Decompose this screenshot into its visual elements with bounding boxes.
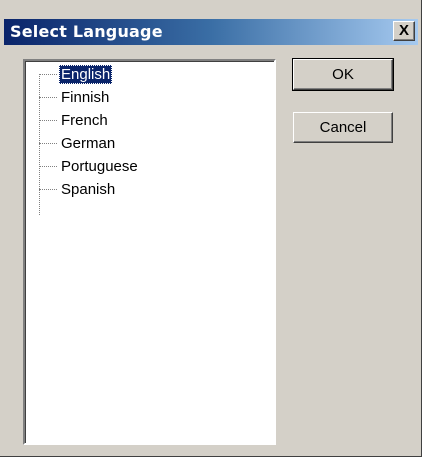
tree-branch-line [39,97,57,98]
tree-branch-line [39,166,57,167]
list-item-english[interactable]: English [39,64,239,86]
select-language-dialog: Select Language X English Finnish French… [0,0,422,457]
title-bar[interactable]: Select Language X [4,19,418,45]
list-item-label: Finnish [61,89,110,106]
close-button[interactable]: X [393,21,415,41]
list-item-german[interactable]: German [39,133,239,155]
list-item-label: French [61,112,108,129]
list-item-spanish[interactable]: Spanish [39,179,239,201]
list-item-label: English [59,65,113,84]
window-title: Select Language [10,22,163,41]
ok-button[interactable]: OK [292,58,394,91]
close-icon: X [398,22,409,39]
tree-branch-line [39,120,57,121]
list-item-french[interactable]: French [39,110,239,132]
list-item-label: Portuguese [61,158,138,175]
tree-branch-line [39,189,57,190]
list-item-label: German [61,135,116,152]
language-tree-list[interactable]: English Finnish French German Portuguese… [23,59,276,445]
list-item-finnish[interactable]: Finnish [39,87,239,109]
list-item-label: Spanish [61,181,116,198]
tree-branch-line [39,143,57,144]
tree-branch-line [39,74,57,75]
cancel-button[interactable]: Cancel [293,112,393,143]
list-item-portuguese[interactable]: Portuguese [39,156,239,178]
